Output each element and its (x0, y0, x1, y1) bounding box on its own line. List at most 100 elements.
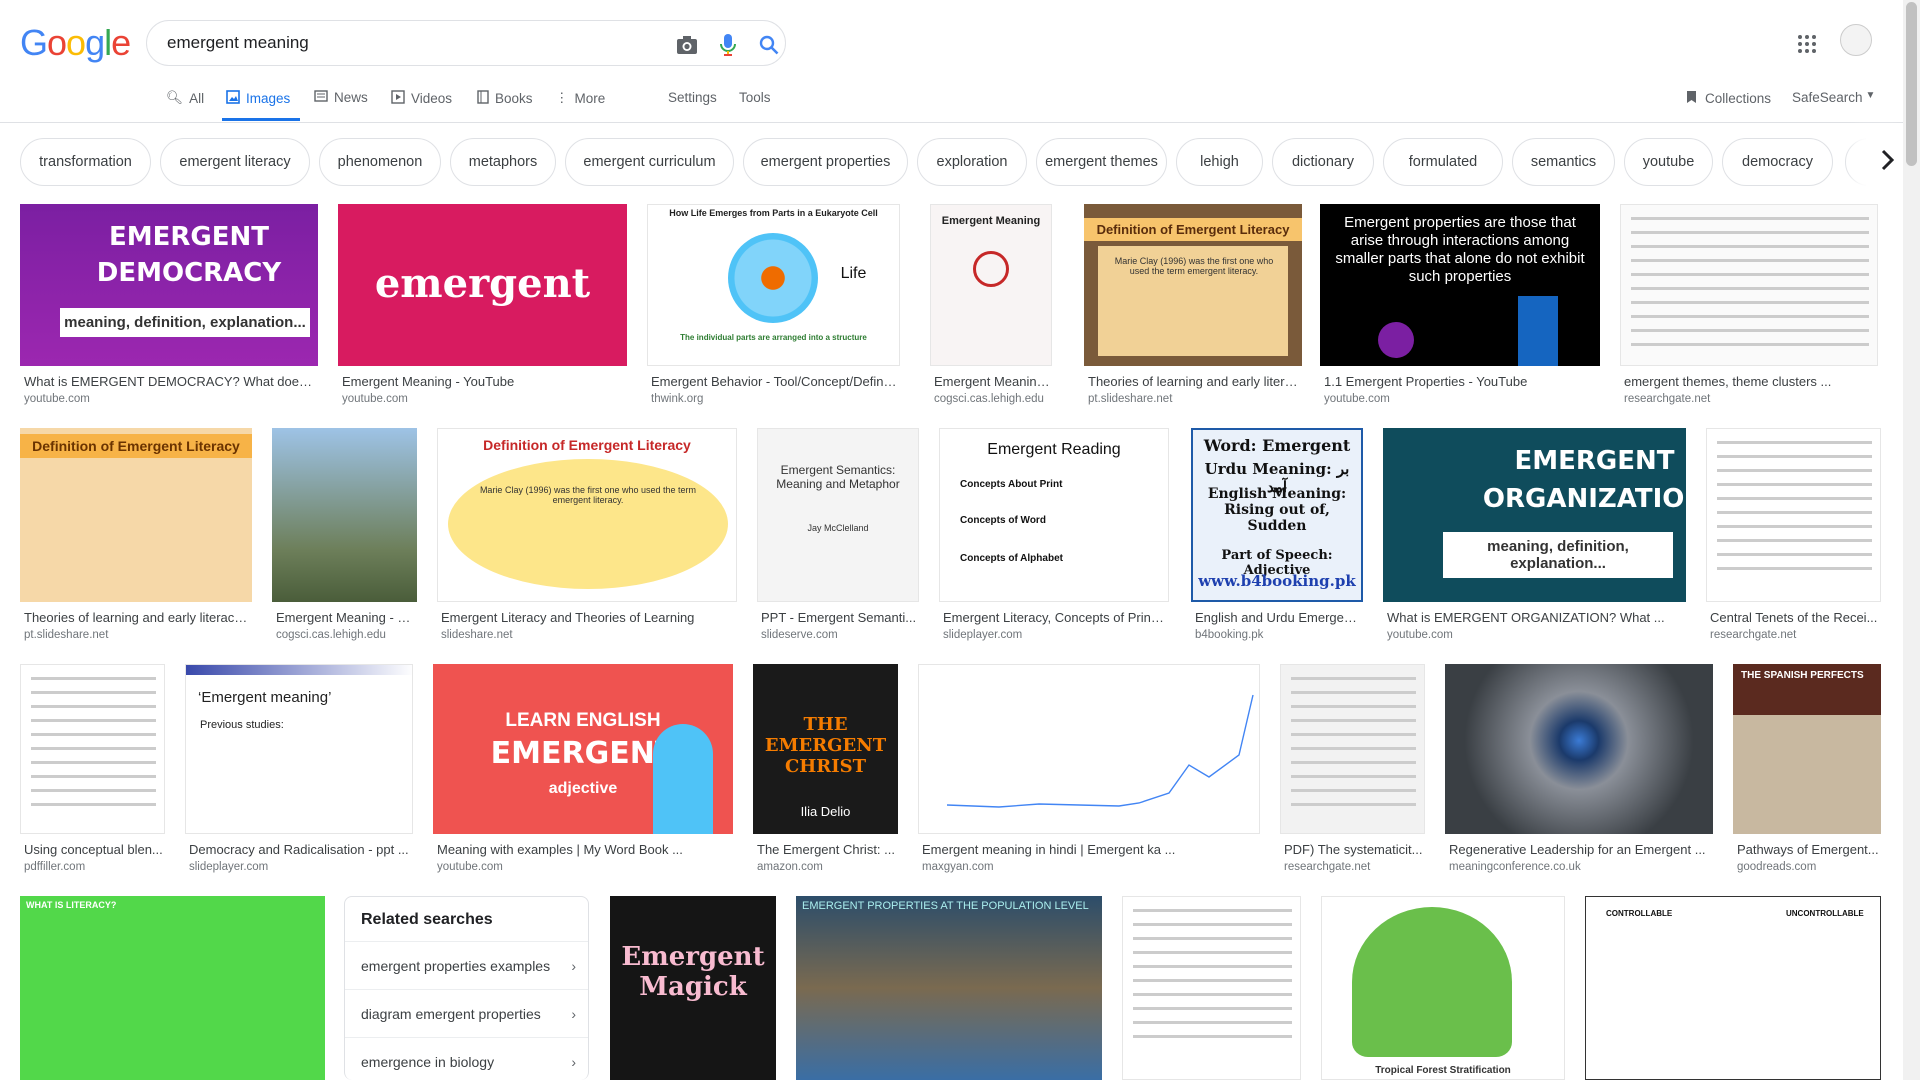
image-thumbnail[interactable]: Word: Emergent Urdu Meaning: بر آمد Englis… (1191, 428, 1363, 602)
chip-9[interactable]: dictionary (1272, 138, 1374, 186)
image-result-card[interactable]: emergent themes, theme clusters ... resea… (1620, 204, 1878, 408)
tab-books[interactable]: Books (477, 90, 533, 107)
image-caption[interactable]: Emergent Literacy and Theories of Learni… (441, 610, 735, 625)
image-source[interactable]: b4booking.pk (1195, 629, 1361, 641)
image-result-card[interactable]: Emergent properties are those that arise… (1320, 204, 1600, 408)
image-thumbnail[interactable] (1280, 664, 1425, 834)
image-caption[interactable]: Meaning with examples | My Word Book ... (437, 842, 731, 857)
image-result-card[interactable]: WHAT IS LITERACY? (20, 896, 325, 1080)
image-thumbnail[interactable]: WHAT IS LITERACY? (20, 896, 325, 1080)
tab-videos[interactable]: Videos (391, 90, 452, 107)
camera-icon[interactable] (675, 33, 699, 57)
image-source[interactable]: youtube.com (24, 393, 316, 405)
image-thumbnail[interactable]: Tropical Forest Stratification (1321, 896, 1565, 1080)
image-source[interactable]: youtube.com (437, 861, 731, 873)
microphone-icon[interactable] (716, 33, 740, 57)
image-thumbnail[interactable]: ‘Emergent meaning’ Previous studies: (185, 664, 413, 834)
chip-0[interactable]: transformation (20, 138, 151, 186)
image-thumbnail[interactable] (1122, 896, 1301, 1080)
image-source[interactable]: cogsci.cas.lehigh.edu (276, 629, 415, 641)
image-caption[interactable]: Theories of learning and early litera... (1088, 374, 1300, 389)
tools-link[interactable]: Tools (739, 90, 771, 105)
image-caption[interactable]: Emergent meaning in hindi | Emergent ka … (922, 842, 1258, 857)
image-result-card[interactable]: Emergent Meaning Emergent Meaning Ne... co… (930, 204, 1052, 408)
image-thumbnail[interactable]: LEARN ENGLISH EMERGENT adjective (433, 664, 733, 834)
chip-10[interactable]: formulated (1383, 138, 1503, 186)
image-result-card[interactable]: Definition of Emergent Literacy Marie Cla… (437, 428, 737, 644)
image-caption[interactable]: What is EMERGENT DEMOCRACY? What does ..… (24, 374, 316, 389)
image-source[interactable]: maxgyan.com (922, 861, 1258, 873)
image-thumbnail[interactable]: CONTROLLABLE UNCONTROLLABLE (1585, 896, 1881, 1080)
image-caption[interactable]: What is EMERGENT ORGANIZATION? What ... (1387, 610, 1684, 625)
image-source[interactable]: researchgate.net (1624, 393, 1876, 405)
image-result-card[interactable]: EMERGENT ORGANIZATION meaning, definition,… (1383, 428, 1686, 644)
chip-12[interactable]: youtube (1624, 138, 1713, 186)
image-source[interactable]: thwink.org (651, 393, 898, 405)
image-caption[interactable]: PPT - Emergent Semanti... (761, 610, 917, 625)
image-source[interactable]: youtube.com (342, 393, 625, 405)
image-caption[interactable]: Emergent Meaning Ne... (934, 374, 1050, 389)
image-thumbnail[interactable]: Emergent Reading Concepts About Print Conc… (939, 428, 1169, 602)
image-caption[interactable]: emergent themes, theme clusters ... (1624, 374, 1876, 389)
search-icon[interactable] (757, 33, 781, 57)
image-source[interactable]: researchgate.net (1284, 861, 1423, 873)
google-logo[interactable]: Google (20, 22, 131, 64)
image-caption[interactable]: Emergent Meaning - N... (276, 610, 415, 625)
image-result-card[interactable]: Emergent Reading Concepts About Print Conc… (939, 428, 1169, 644)
image-source[interactable]: pdffiller.com (24, 861, 163, 873)
scrollbar[interactable] (1903, 0, 1920, 1080)
image-source[interactable]: pt.slideshare.net (1088, 393, 1300, 405)
image-source[interactable]: slideplayer.com (189, 861, 411, 873)
avatar[interactable] (1840, 24, 1872, 56)
image-thumbnail[interactable] (20, 664, 165, 834)
image-caption[interactable]: Pathways of Emergent... (1737, 842, 1879, 857)
image-thumbnail[interactable]: Emergent Semantics: Meaning and Metaphor… (757, 428, 919, 602)
image-result-card[interactable]: ‘Emergent meaning’ Previous studies: Democ… (185, 664, 413, 876)
image-thumbnail[interactable]: Emergent Magick (610, 896, 776, 1080)
image-thumbnail[interactable] (918, 664, 1260, 834)
image-result-card[interactable]: Word: Emergent Urdu Meaning: بر آمد Englis… (1191, 428, 1363, 644)
safesearch-menu[interactable]: SafeSearch ▼ (1792, 90, 1875, 105)
image-caption[interactable]: Regenerative Leadership for an Emergent … (1449, 842, 1711, 857)
image-result-card[interactable]: Definition of Emergent Literacy Marie Cla… (1084, 204, 1302, 408)
image-source[interactable]: slideserve.com (761, 629, 917, 641)
image-caption[interactable]: Using conceptual blen... (24, 842, 163, 857)
image-caption[interactable]: PDF) The systematicit... (1284, 842, 1423, 857)
scrollbar-thumb[interactable] (1906, 2, 1917, 166)
image-source[interactable]: goodreads.com (1737, 861, 1879, 873)
image-result-card[interactable]: How Life Emerges from Parts in a Eukaryo… (647, 204, 900, 408)
image-result-card[interactable]: LEARN ENGLISH EMERGENT adjective Meaning wi… (433, 664, 733, 876)
image-result-card[interactable]: emergent Emergent Meaning - YouTube youtub… (338, 204, 627, 408)
image-thumbnail[interactable]: THE SPANISH PERFECTS (1733, 664, 1881, 834)
image-result-card[interactable]: Definition of Emergent Literacy Theories … (20, 428, 252, 644)
image-result-card[interactable]: EMERGENT DEMOCRACY meaning, definition, ex… (20, 204, 318, 408)
chip-1[interactable]: emergent literacy (160, 138, 310, 186)
image-caption[interactable]: Emergent Literacy, Concepts of Print ... (943, 610, 1167, 625)
image-thumbnail[interactable]: How Life Emerges from Parts in a Eukaryo… (647, 204, 900, 366)
image-thumbnail[interactable] (1620, 204, 1878, 366)
image-source[interactable]: cogsci.cas.lehigh.edu (934, 393, 1050, 405)
chip-3[interactable]: metaphors (450, 138, 556, 186)
image-result-card[interactable]: EMERGENT PROPERTIES AT THE POPULATION LE… (796, 896, 1102, 1080)
image-source[interactable]: youtube.com (1387, 629, 1684, 641)
chip-8[interactable]: lehigh (1176, 138, 1263, 186)
related-search-item[interactable]: diagram emergent properties › (345, 989, 588, 1037)
image-source[interactable]: slideshare.net (441, 629, 735, 641)
search-input[interactable]: emergent meaning (167, 33, 309, 53)
image-thumbnail[interactable] (1706, 428, 1881, 602)
image-caption[interactable]: 1.1 Emergent Properties - YouTube (1324, 374, 1598, 389)
image-thumbnail[interactable]: Definition of Emergent Literacy (20, 428, 252, 602)
image-thumbnail[interactable]: Definition of Emergent Literacy Marie Cla… (437, 428, 737, 602)
image-result-card[interactable]: Regenerative Leadership for an Emergent … (1445, 664, 1713, 876)
image-thumbnail[interactable]: Emergent Meaning (930, 204, 1052, 366)
image-thumbnail[interactable]: THE EMERGENT CHRIST Ilia Delio (753, 664, 898, 834)
image-caption[interactable]: Democracy and Radicalisation - ppt ... (189, 842, 411, 857)
image-result-card[interactable]: Central Tenets of the Recei... researchga… (1706, 428, 1881, 644)
chip-2[interactable]: phenomenon (319, 138, 441, 186)
chip-6[interactable]: exploration (917, 138, 1027, 186)
image-thumbnail[interactable]: EMERGENT DEMOCRACY meaning, definition, ex… (20, 204, 318, 366)
image-result-card[interactable]: THE SPANISH PERFECTS Pathways of Emergent… (1733, 664, 1881, 876)
tab-more[interactable]: ⋮ More (555, 90, 605, 106)
chip-13[interactable]: democracy (1722, 138, 1833, 186)
related-search-item[interactable]: emergent properties examples › (345, 941, 588, 989)
